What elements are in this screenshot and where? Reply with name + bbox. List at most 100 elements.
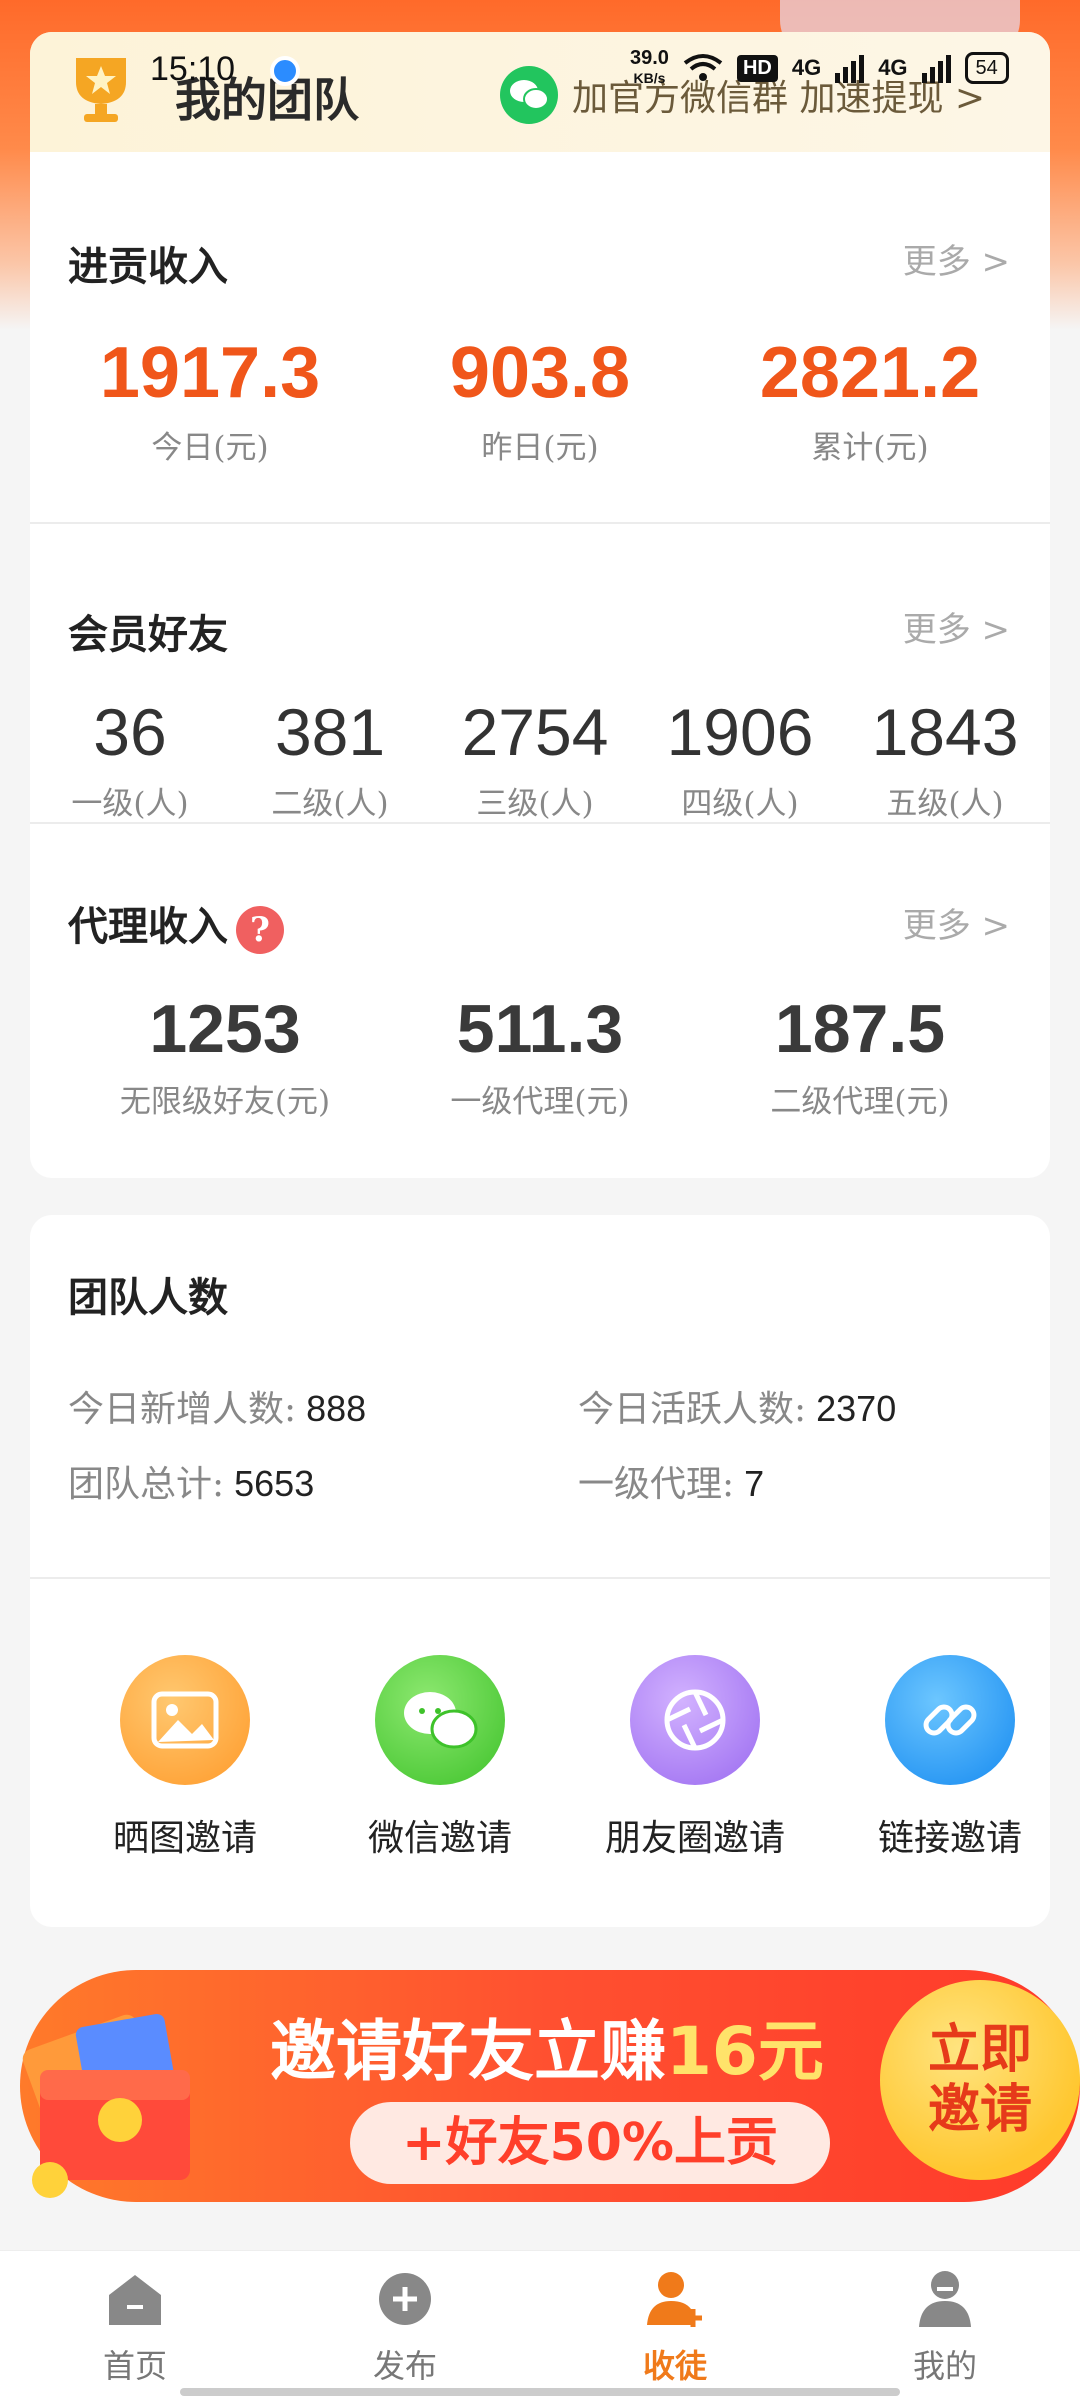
stat-label: 四级(人) <box>681 786 799 822</box>
member-friends-section: 会员好友 更多 > 36 一级(人) 381 二级(人) 2754 三级(人) … <box>30 524 1050 824</box>
aperture-icon <box>630 1655 760 1785</box>
nav-label: 我的 <box>912 2347 977 2385</box>
stat-unlimited: 1253 无限级好友(元) <box>60 990 390 1121</box>
wechat-icon <box>375 1655 505 1785</box>
team-total-value: 5653 <box>234 1463 315 1504</box>
nav-item-recruit[interactable]: 收徒 <box>600 2269 750 2387</box>
nav-item-home[interactable]: 首页 <box>60 2269 210 2387</box>
recruit-icon <box>645 2269 705 2329</box>
invite-wechat-button[interactable]: 微信邀请 <box>340 1655 540 1861</box>
team-total-row: 团队总计: 5653 <box>68 1455 314 1507</box>
banner-amount: 16元 <box>666 2013 824 2090</box>
invite-link-button[interactable]: 链接邀请 <box>850 1655 1050 1861</box>
stat-level-4: 1906 四级(人) <box>640 694 840 823</box>
agent-income-section: 代理收入? 更多 > 1253 无限级好友(元) 511.3 一级代理(元) 1… <box>30 824 1050 1178</box>
section-title: 进贡收入 <box>68 243 228 290</box>
net-speed-value: 39.0 <box>630 47 669 69</box>
signal-icon <box>835 53 865 83</box>
stat-level-1: 36 一级(人) <box>30 694 230 823</box>
link-icon <box>885 1655 1015 1785</box>
nav-label: 首页 <box>102 2347 167 2385</box>
invite-label: 晒图邀请 <box>112 1818 257 1859</box>
agent-count-label: 一级代理: <box>578 1464 735 1505</box>
section-title-text: 代理收入 <box>68 903 228 950</box>
stat-value: 1253 <box>149 991 301 1067</box>
agent-count-row: 一级代理: 7 <box>578 1455 764 1507</box>
invite-label: 微信邀请 <box>367 1818 512 1859</box>
stat-label: 无限级好友(元) <box>119 1084 331 1120</box>
status-indicators: 39.0 KB/s HD 4G 4G 54 <box>630 48 1009 88</box>
team-total-label: 团队总计: <box>68 1464 225 1505</box>
today-new-row: 今日新增人数: 888 <box>68 1380 366 1432</box>
divider <box>30 1577 1050 1579</box>
today-new-label: 今日新增人数: <box>68 1389 297 1430</box>
stat-label: 一级代理(元) <box>450 1084 630 1120</box>
stat-yesterday: 903.8 昨日(元) <box>390 332 690 467</box>
gift-box-icon <box>22 2013 190 2198</box>
stat-value: 36 <box>93 695 167 769</box>
more-link[interactable]: 更多 > <box>903 898 1010 947</box>
stat-agent-1: 511.3 一级代理(元) <box>390 990 690 1121</box>
invite-moments-button[interactable]: 朋友圈邀请 <box>595 1655 795 1861</box>
stat-value: 2821.2 <box>759 333 981 413</box>
stat-total: 2821.2 累计(元) <box>720 332 1020 467</box>
today-new-value: 888 <box>306 1388 367 1429</box>
stat-level-5: 1843 五级(人) <box>845 694 1045 823</box>
stat-label: 昨日(元) <box>481 430 599 466</box>
stat-label: 累计(元) <box>811 430 929 466</box>
today-active-value: 2370 <box>816 1388 897 1429</box>
publish-icon <box>375 2269 435 2329</box>
battery-icon: 54 <box>964 52 1009 84</box>
team-card: 我的团队 加官方微信群 加速提现 > 进贡收入 更多 > 1917.3 今日(元… <box>30 32 1050 1178</box>
net-speed: 39.0 KB/s <box>630 48 669 88</box>
today-active-row: 今日活跃人数: 2370 <box>578 1380 896 1432</box>
invite-banner[interactable]: 邀请好友立赚16元 +好友50%上贡 立即 邀请 <box>0 1960 1080 2210</box>
stat-value: 381 <box>274 695 386 769</box>
stat-value: 1906 <box>666 695 814 769</box>
today-active-label: 今日活跃人数: <box>578 1389 807 1430</box>
hd-badge: HD <box>736 54 778 82</box>
stat-agent-2: 187.5 二级代理(元) <box>710 990 1010 1121</box>
invite-photo-button[interactable]: 晒图邀请 <box>85 1655 285 1861</box>
status-bar: 15:10 39.0 KB/s HD 4G 4G 54 <box>0 0 1080 88</box>
nav-label: 发布 <box>372 2347 437 2385</box>
notification-dot-icon <box>270 56 300 86</box>
stat-value: 2754 <box>461 695 609 769</box>
stat-value: 511.3 <box>456 991 624 1067</box>
home-icon <box>105 2269 165 2329</box>
invite-now-button[interactable]: 立即 邀请 <box>880 1980 1080 2180</box>
stat-label: 二级代理(元) <box>770 1084 950 1120</box>
section-title: 团队人数 <box>68 1274 228 1321</box>
contrib-income-section: 进贡收入 更多 > 1917.3 今日(元) 903.8 昨日(元) 2821.… <box>30 152 1050 554</box>
status-time: 15:10 <box>150 50 236 88</box>
invite-label: 链接邀请 <box>877 1818 1022 1859</box>
stat-label: 今日(元) <box>151 430 269 466</box>
photo-icon <box>120 1655 250 1785</box>
home-indicator[interactable] <box>180 2388 900 2396</box>
more-link[interactable]: 更多 > <box>903 602 1010 651</box>
stat-label: 五级(人) <box>886 786 1004 822</box>
invite-now-line2: 邀请 <box>927 2080 1032 2140</box>
signal-label-2: 4G <box>878 55 908 80</box>
agent-count-value: 7 <box>744 1463 765 1504</box>
signal-icon <box>921 53 951 83</box>
net-speed-unit: KB/s <box>633 70 666 86</box>
stat-value: 187.5 <box>774 991 946 1067</box>
invite-now-line1: 立即 <box>927 2020 1032 2080</box>
nav-item-profile[interactable]: 我的 <box>870 2269 1020 2387</box>
section-title: 会员好友 <box>68 611 228 658</box>
stat-value: 1917.3 <box>99 333 321 413</box>
more-link[interactable]: 更多 > <box>903 234 1010 283</box>
banner-subtext: +好友50%上贡 <box>350 2102 830 2184</box>
stat-today: 1917.3 今日(元) <box>60 332 360 467</box>
signal-label-1: 4G <box>791 55 822 80</box>
invite-label: 朋友圈邀请 <box>604 1818 785 1859</box>
stat-label: 二级(人) <box>271 786 389 822</box>
stat-level-3: 2754 三级(人) <box>435 694 635 823</box>
nav-item-publish[interactable]: 发布 <box>330 2269 480 2387</box>
help-icon[interactable]: ? <box>236 906 284 954</box>
wifi-icon <box>683 54 723 81</box>
stat-level-2: 381 二级(人) <box>230 694 430 823</box>
bottom-nav: 首页 发布 收徒 我的 <box>0 2250 1080 2400</box>
stat-value: 1843 <box>871 695 1019 769</box>
